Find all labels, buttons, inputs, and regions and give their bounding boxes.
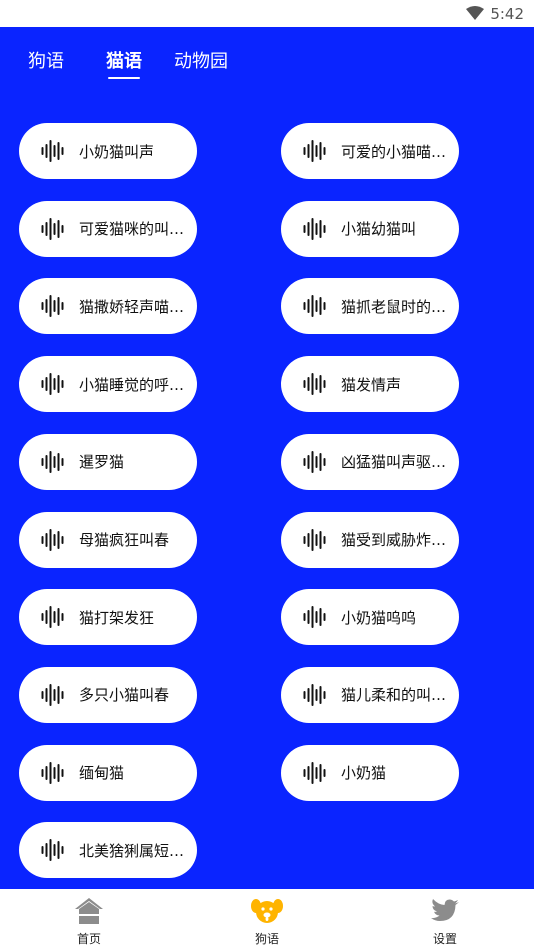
sound-item-label: 凶猛猫叫声驱… <box>341 453 447 472</box>
wifi-icon <box>466 6 484 20</box>
sound-item-label: 小猫睡觉的呼… <box>79 375 185 394</box>
sound-wave-icon <box>303 217 326 240</box>
status-time: 5:42 <box>490 5 524 23</box>
nav-dog-language-label: 狗语 <box>254 932 279 946</box>
tab-dog[interactable]: 狗语 <box>28 47 64 73</box>
sound-item-label: 猫抓老鼠时的… <box>341 297 447 316</box>
sound-item-label: 猫撒娇轻声喵… <box>79 297 185 316</box>
sound-wave-icon <box>41 373 64 396</box>
sound-item[interactable]: 可爱的小猫喵… <box>281 123 459 179</box>
sound-item-label: 猫打架发狂 <box>79 608 155 627</box>
sound-item-label: 暹罗猫 <box>79 453 125 472</box>
bottom-navigation: 首页 狗语 设置 <box>0 889 534 949</box>
sound-wave-icon <box>303 295 326 318</box>
sound-item[interactable]: 猫发情声 <box>281 356 459 413</box>
sound-item-label: 猫发情声 <box>341 375 402 394</box>
tab-cat[interactable]: 猫语 <box>106 47 142 79</box>
dog-face-icon <box>251 899 283 923</box>
sound-wave-icon <box>303 450 326 473</box>
sound-item-label: 多只小猫叫春 <box>79 686 170 705</box>
sound-item-label: 可爱的小猫喵… <box>341 142 447 161</box>
home-icon <box>75 898 103 924</box>
nav-settings[interactable]: 设置 <box>385 889 505 949</box>
sound-item[interactable]: 母猫疯狂叫春 <box>19 511 197 568</box>
sound-wave-icon <box>303 606 326 629</box>
sound-item-label: 小奶猫叫声 <box>79 142 155 161</box>
nav-settings-label: 设置 <box>432 932 457 946</box>
sound-wave-icon <box>303 373 326 396</box>
sound-item[interactable]: 猫打架发狂 <box>19 589 197 646</box>
status-bar: 5:42 <box>0 0 534 27</box>
sound-item-label: 猫儿柔和的叫… <box>341 686 447 705</box>
sound-item-label: 小猫幼猫叫 <box>341 220 417 239</box>
sound-item[interactable]: 猫抓老鼠时的… <box>281 278 459 335</box>
bird-icon <box>431 899 459 921</box>
sound-item-label: 小奶猫呜呜 <box>341 608 417 627</box>
sound-wave-icon <box>41 140 64 162</box>
category-tabs: 狗语 猫语 动物园 <box>0 27 534 97</box>
sound-wave-icon <box>41 295 64 318</box>
sound-item[interactable]: 多只小猫叫春 <box>19 666 197 723</box>
sound-item[interactable]: 小奶猫呜呜 <box>281 589 459 646</box>
sound-item[interactable]: 可爱猫咪的叫… <box>19 200 197 257</box>
sound-wave-icon <box>41 528 64 551</box>
sound-wave-icon <box>41 217 64 240</box>
sound-wave-icon <box>41 450 64 473</box>
main-content: 狗语 猫语 动物园 小奶猫叫声 可爱的小猫喵… 可爱猫咪的叫… 小猫幼猫叫猫撒娇轻声喵… <box>0 27 534 889</box>
sound-item[interactable]: 北美猞猁属短… <box>19 822 197 879</box>
sound-wave-icon <box>303 761 326 784</box>
sound-wave-icon <box>41 683 64 706</box>
sound-wave-icon <box>41 761 64 784</box>
sound-item[interactable]: 小猫睡觉的呼… <box>19 356 197 413</box>
sound-wave-icon <box>41 839 64 862</box>
sound-item[interactable]: 小猫幼猫叫 <box>281 200 459 257</box>
sound-item[interactable]: 暹罗猫 <box>19 433 197 490</box>
sound-item-label: 母猫疯狂叫春 <box>79 531 170 549</box>
sound-wave-icon <box>303 683 326 706</box>
nav-home-label: 首页 <box>76 932 101 946</box>
sound-wave-icon <box>303 528 326 551</box>
sound-item-label: 北美猞猁属短… <box>79 841 185 860</box>
sound-wave-icon <box>303 140 326 162</box>
nav-dog-language[interactable]: 狗语 <box>207 889 327 949</box>
sound-item[interactable]: 小奶猫 <box>281 744 459 801</box>
tab-zoo[interactable]: 动物园 <box>174 47 228 73</box>
sound-item-label: 可爱猫咪的叫… <box>79 220 185 239</box>
sound-item[interactable]: 凶猛猫叫声驱… <box>281 433 459 490</box>
sound-item-label: 猫受到威胁炸… <box>341 531 447 549</box>
sound-item-label: 缅甸猫 <box>79 764 125 783</box>
sound-wave-icon <box>41 606 64 629</box>
nav-home[interactable]: 首页 <box>29 889 149 949</box>
sound-item[interactable]: 猫撒娇轻声喵… <box>19 278 197 335</box>
sound-item[interactable]: 猫受到威胁炸… <box>281 511 459 568</box>
sound-item[interactable]: 小奶猫叫声 <box>19 123 197 179</box>
sound-item-label: 小奶猫 <box>341 764 387 783</box>
sound-item[interactable]: 缅甸猫 <box>19 744 197 801</box>
sound-item[interactable]: 猫儿柔和的叫… <box>281 666 459 723</box>
